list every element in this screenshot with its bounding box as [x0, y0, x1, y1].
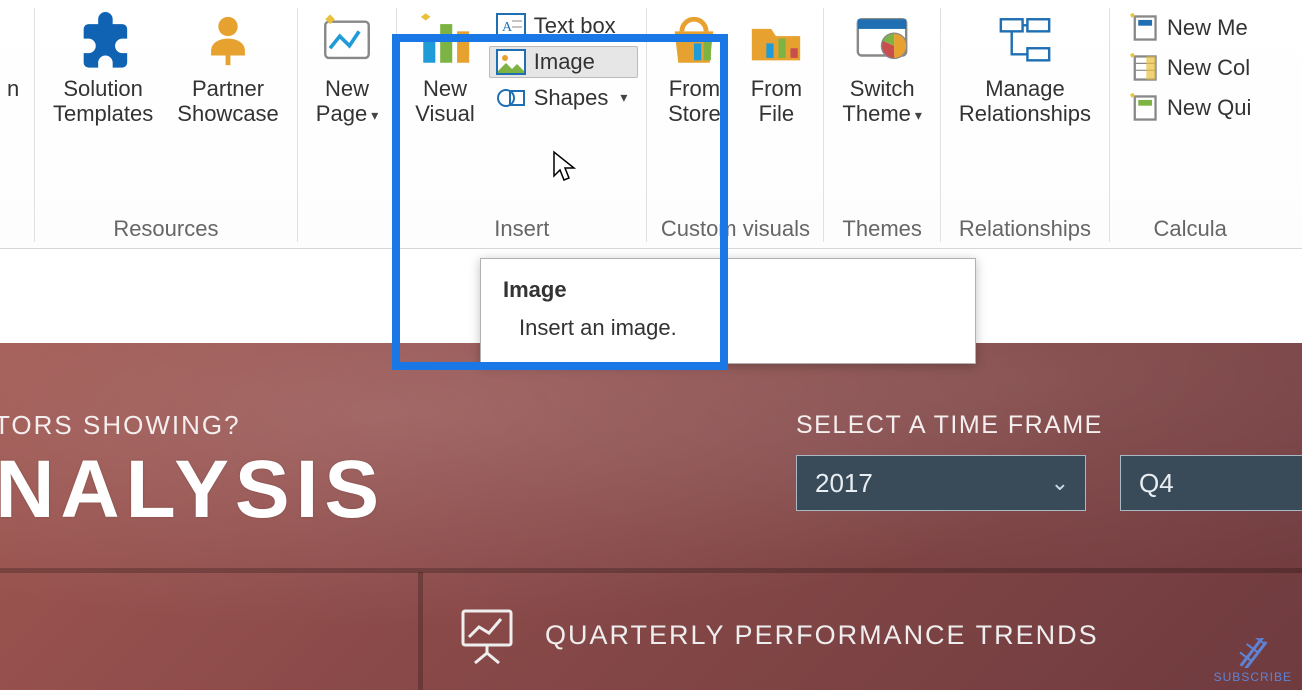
calculator-sparkle-icon — [1129, 15, 1159, 41]
from-store-label: From Store — [668, 76, 721, 127]
tooltip-body: Insert an image. — [503, 315, 953, 341]
calculator-quick-icon — [1129, 95, 1159, 121]
manage-relationships-label: Manage Relationships — [959, 76, 1091, 127]
new-quick-button[interactable]: New Qui — [1122, 92, 1262, 124]
person-pin-icon — [199, 12, 257, 70]
new-quick-label: New Qui — [1167, 95, 1251, 121]
quarter-dropdown[interactable]: Q4 — [1120, 455, 1302, 511]
group-themes-label: Themes — [842, 214, 921, 242]
image-button[interactable]: Image — [489, 46, 639, 78]
group-calculations: New Me New Col New Qui Calcula — [1110, 0, 1262, 248]
widget-header: QUARTERLY PERFORMANCE TRENDS — [455, 603, 1099, 667]
presentation-icon — [455, 603, 519, 667]
subscribe-label: SUBSCRIBE — [1214, 670, 1292, 684]
text-box-icon: A — [496, 13, 526, 39]
new-page-button[interactable]: New Page▾ — [306, 6, 388, 127]
group-relationships-label: Relationships — [959, 214, 1091, 242]
bar-chart-icon — [416, 12, 474, 70]
partner-showcase-label: Partner Showcase — [177, 76, 279, 127]
report-canvas: TORS SHOWING? ANALYSIS SELECT A TIME FRA… — [0, 343, 1302, 690]
from-file-label: From File — [751, 76, 802, 127]
switch-theme-label: Switch Theme▾ — [842, 76, 922, 127]
new-measure-button[interactable]: New Me — [1122, 12, 1262, 44]
chevron-down-icon: ⌄ — [1051, 470, 1069, 496]
shapes-icon — [496, 85, 526, 111]
folder-chart-icon — [747, 12, 805, 70]
theme-icon — [853, 12, 911, 70]
from-store-button[interactable]: From Store — [655, 6, 733, 127]
group-calculations-label: Calcula — [1153, 214, 1226, 242]
group-resources-label: Resources — [113, 214, 218, 242]
new-visual-button[interactable]: New Visual — [405, 6, 485, 127]
new-column-button[interactable]: New Col — [1122, 52, 1262, 84]
solution-templates-label: Solution Templates — [53, 76, 153, 127]
new-page-label: New Page▾ — [316, 76, 378, 127]
ribbon: n Solution Templates Partner Showcase Re… — [0, 0, 1302, 249]
manage-relationships-button[interactable]: Manage Relationships — [949, 6, 1101, 127]
relationships-icon — [996, 12, 1054, 70]
group-resources: Solution Templates Partner Showcase Reso… — [35, 0, 297, 248]
switch-theme-button[interactable]: Switch Theme▾ — [832, 6, 932, 127]
new-visual-label: New Visual — [415, 76, 475, 127]
partner-showcase-button[interactable]: Partner Showcase — [167, 6, 289, 127]
svg-text:A: A — [502, 20, 513, 35]
main-title: ANALYSIS — [0, 443, 385, 537]
year-value: 2017 — [815, 468, 873, 499]
shapes-button[interactable]: Shapes▾ — [489, 82, 639, 114]
group-custom-visuals-label: Custom visuals — [661, 214, 810, 242]
new-page-icon — [318, 12, 376, 70]
image-label: Image — [534, 49, 595, 75]
image-icon — [496, 49, 526, 75]
widget-title: QUARTERLY PERFORMANCE TRENDS — [545, 620, 1099, 651]
table-sparkle-icon — [1129, 55, 1159, 81]
text-box-button[interactable]: A Text box — [489, 10, 639, 42]
puzzle-icon — [74, 12, 132, 70]
timeframe-label: SELECT A TIME FRAME — [796, 411, 1103, 440]
from-file-button[interactable]: From File — [737, 6, 815, 127]
new-measure-label: New Me — [1167, 15, 1248, 41]
group-themes: Switch Theme▾ Themes — [824, 0, 940, 248]
store-icon — [665, 12, 723, 70]
solution-templates-button[interactable]: Solution Templates — [43, 6, 163, 127]
new-column-label: New Col — [1167, 55, 1250, 81]
image-tooltip: Image Insert an image. — [480, 258, 976, 364]
group-pages: New Page▾ — [298, 0, 396, 248]
group-custom-visuals: From Store From File Custom visuals — [647, 0, 823, 248]
horizontal-divider — [0, 568, 1302, 573]
year-dropdown[interactable]: 2017 ⌄ — [796, 455, 1086, 511]
text-box-label: Text box — [534, 13, 616, 39]
group-insert-label: Insert — [494, 214, 549, 242]
subscribe-watermark: SUBSCRIBE — [1214, 638, 1292, 684]
shapes-label: Shapes — [534, 85, 609, 111]
quarter-value: Q4 — [1139, 468, 1174, 499]
vertical-divider — [418, 572, 423, 690]
group-relationships: Manage Relationships Relationships — [941, 0, 1109, 248]
pre-title: TORS SHOWING? — [0, 410, 241, 441]
tooltip-title: Image — [503, 277, 953, 303]
group-insert: New Visual A Text box Image — [397, 0, 646, 248]
